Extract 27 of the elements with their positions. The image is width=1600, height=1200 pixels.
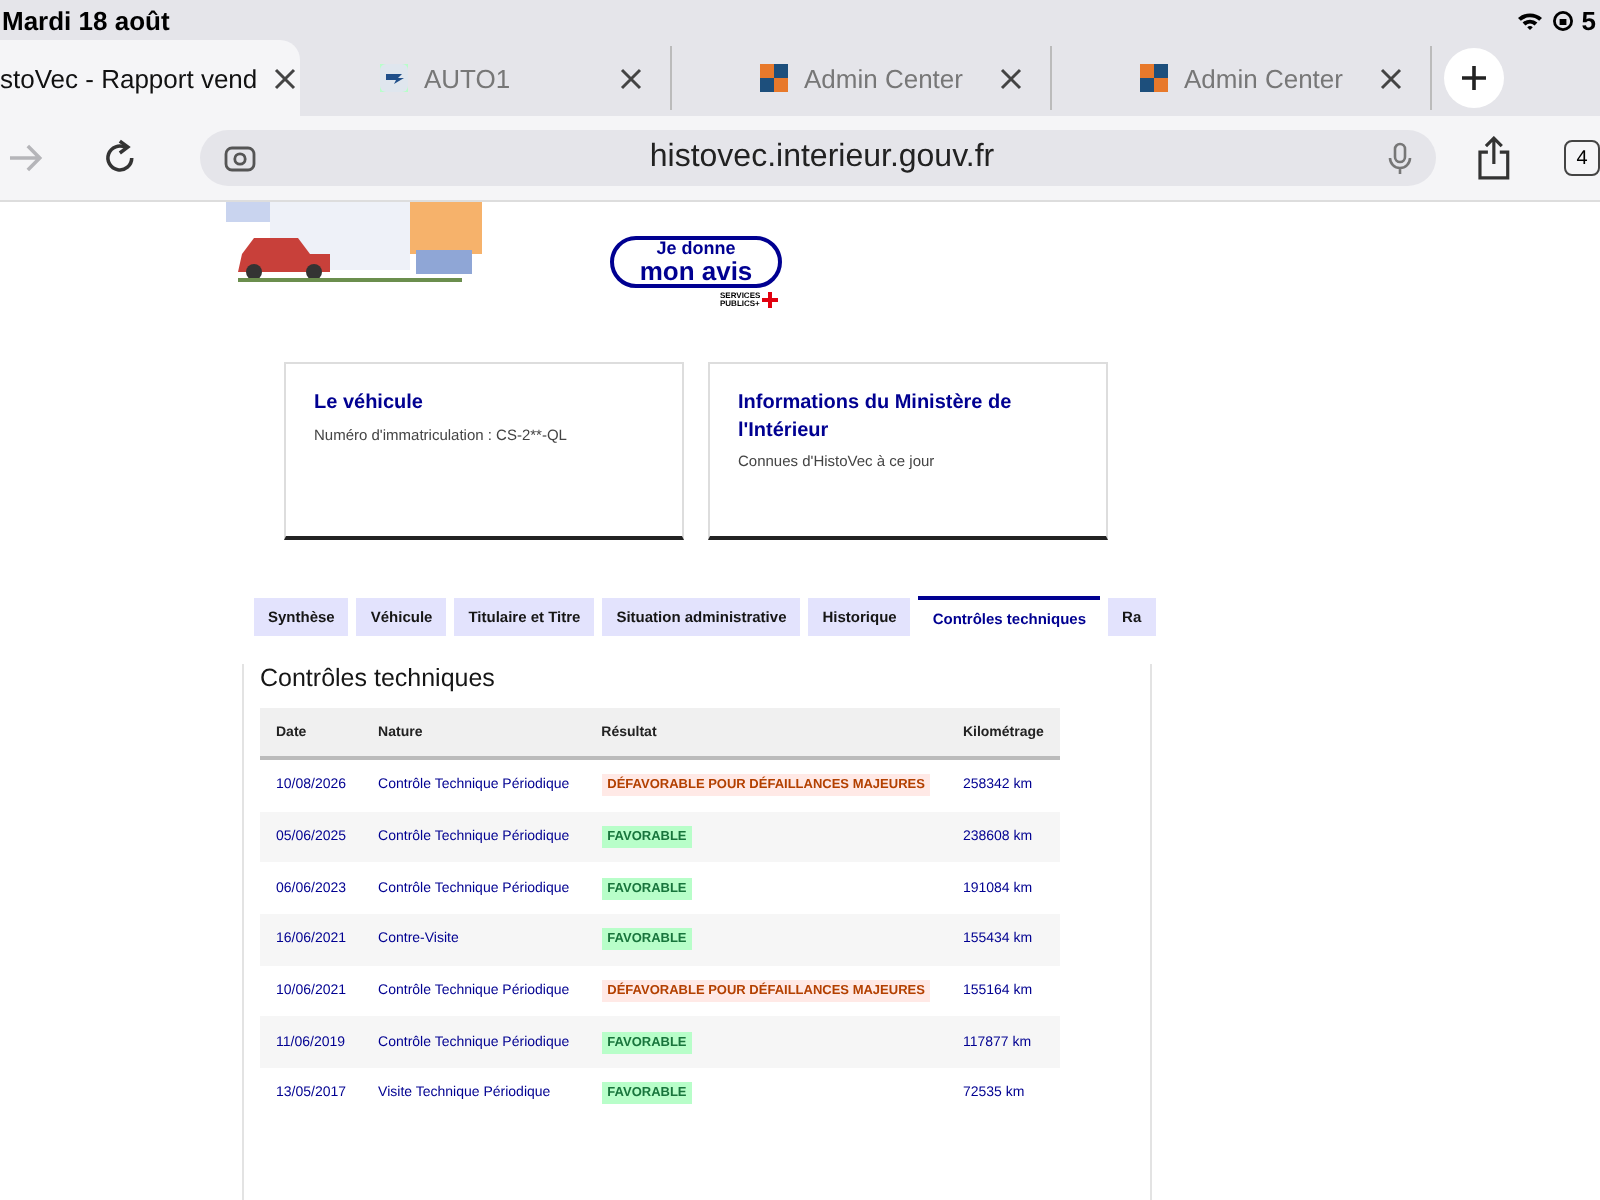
card-title: Le véhicule xyxy=(314,390,425,417)
browser-tab[interactable]: AUTO1 xyxy=(340,46,672,110)
address-bar[interactable]: histovec.interieur.gouv.fr xyxy=(199,130,1437,186)
browser-tab[interactable]: stoVec - Rapport vend xyxy=(0,40,300,116)
squares-logo-icon xyxy=(1140,64,1168,92)
wifi-icon xyxy=(1515,9,1544,31)
tab-count-button[interactable]: 4 xyxy=(1564,140,1600,176)
car-logo-icon xyxy=(380,64,408,92)
orientation-lock-icon xyxy=(1551,9,1574,31)
close-icon[interactable] xyxy=(620,67,642,89)
browser-tab[interactable]: Admin Center xyxy=(1100,46,1432,110)
browser-tab[interactable]: Admin Center xyxy=(720,46,1052,110)
close-icon[interactable] xyxy=(1380,67,1402,89)
camera-search-icon[interactable] xyxy=(223,142,256,174)
share-icon[interactable] xyxy=(1476,136,1513,180)
battery-percent: 5 xyxy=(1581,5,1596,35)
feedback-badge[interactable]: Je donne mon avis xyxy=(610,236,782,288)
plus-logo-icon xyxy=(762,292,778,308)
status-date: Mardi 18 août xyxy=(2,5,170,35)
new-tab-button[interactable] xyxy=(1444,48,1504,108)
microphone-icon[interactable] xyxy=(1388,141,1413,175)
plus-icon xyxy=(1460,64,1488,92)
squares-logo-icon xyxy=(760,64,788,92)
close-icon[interactable] xyxy=(273,67,296,89)
section-title: Contrôles techniques xyxy=(260,664,497,692)
close-icon[interactable] xyxy=(1000,67,1022,89)
card-title: Informations du Ministère de l'Intérieur xyxy=(738,390,1014,444)
